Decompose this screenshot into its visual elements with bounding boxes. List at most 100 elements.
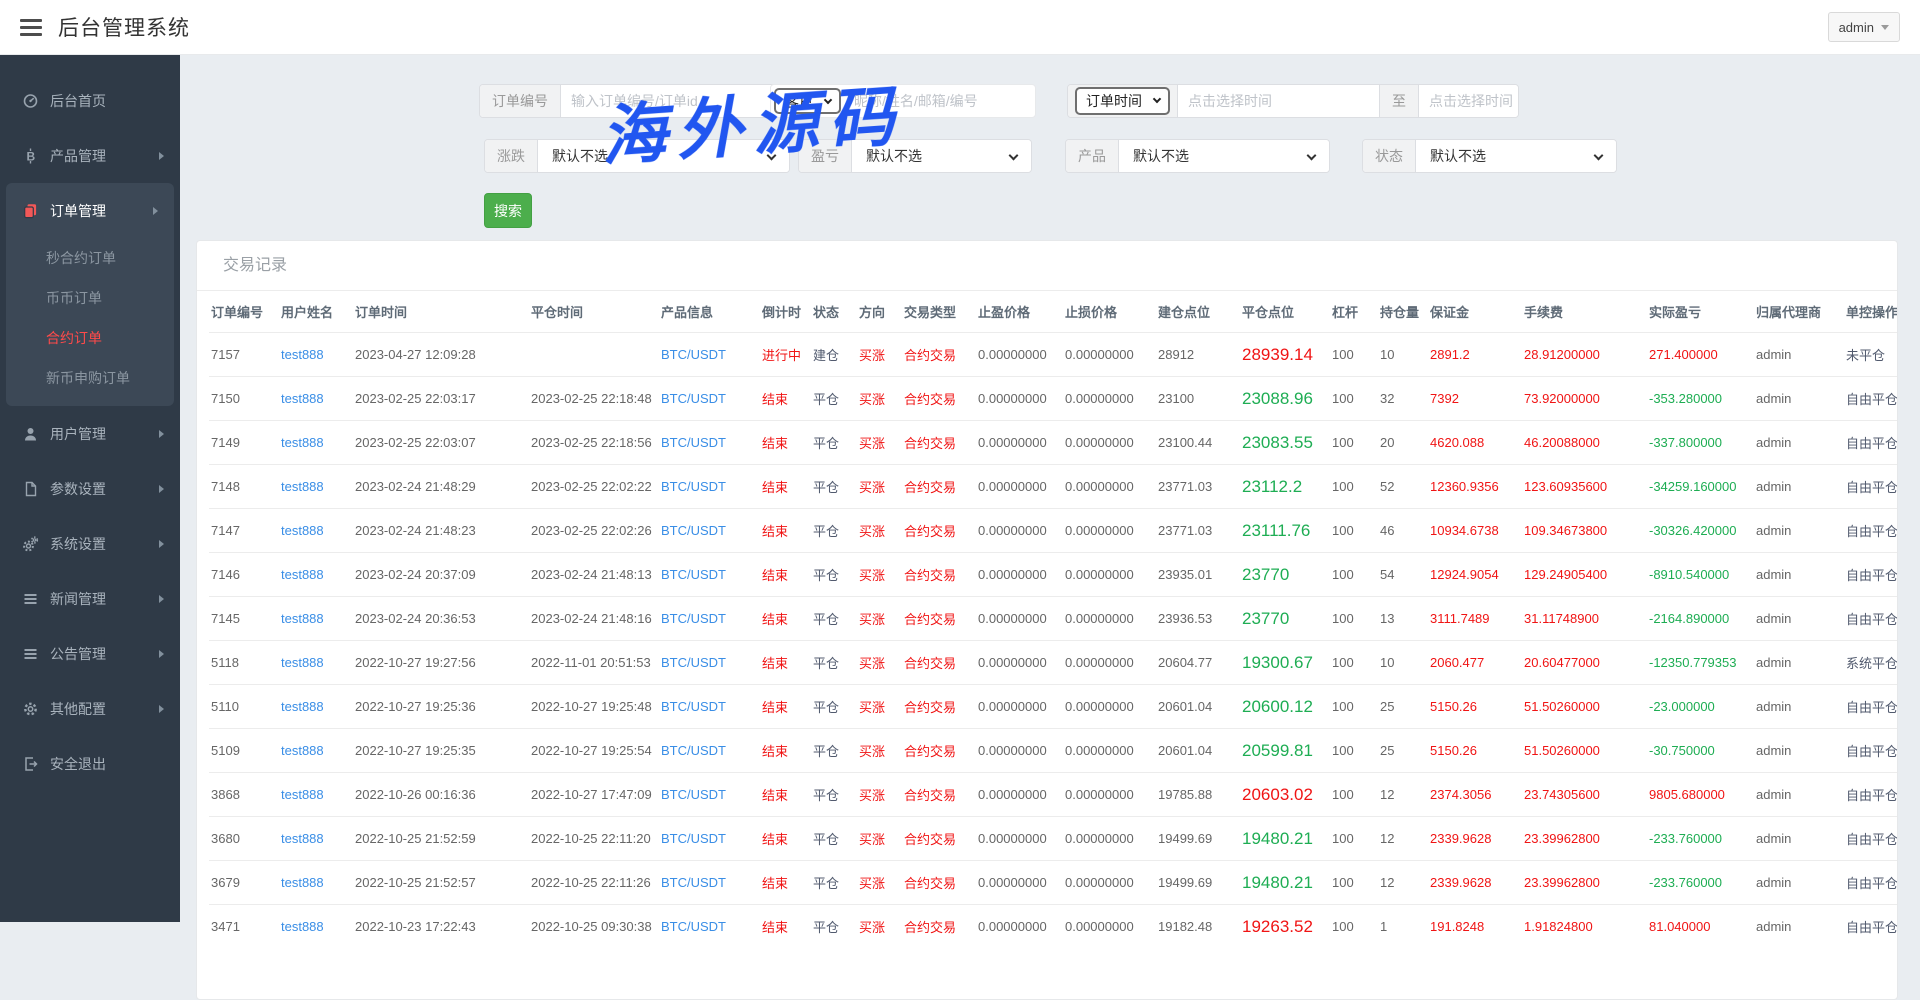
- table-row: 3680test8882022-10-25 21:52:592022-10-25…: [209, 817, 1898, 861]
- cell-product[interactable]: BTC/USDT: [659, 641, 760, 685]
- cell-product[interactable]: BTC/USDT: [659, 817, 760, 861]
- cell-product[interactable]: BTC/USDT: [659, 905, 760, 949]
- announcement-icon: [22, 646, 40, 662]
- cell-close-time: 2022-10-27 19:25:48: [529, 685, 659, 729]
- cell-close-price: 28939.14: [1240, 333, 1330, 377]
- cell-direction: 买涨: [857, 465, 902, 509]
- table-row: 5118test8882022-10-27 19:27:562022-11-01…: [209, 641, 1898, 685]
- pnl-filter-group: 盈亏 默认不选: [798, 139, 1032, 173]
- cell-take-profit-price: 0.00000000: [976, 773, 1063, 817]
- cell-username[interactable]: test888: [279, 553, 353, 597]
- table-row: 3868test8882022-10-26 00:16:362022-10-27…: [209, 773, 1898, 817]
- cell-fee: 23.39962800: [1522, 861, 1647, 905]
- sidebar-item-9[interactable]: 安全退出: [0, 736, 180, 791]
- sidebar-item-6[interactable]: 新闻管理: [0, 571, 180, 626]
- cell-fee: 129.24905400: [1522, 553, 1647, 597]
- file-icon: [22, 481, 40, 497]
- updown-select[interactable]: 默认不选: [538, 140, 789, 172]
- sidebar-subitem-2-2[interactable]: 合约订单: [6, 318, 174, 358]
- cell-product[interactable]: BTC/USDT: [659, 509, 760, 553]
- user-dropdown[interactable]: admin: [1828, 12, 1900, 42]
- cell-close-price: 23111.76: [1240, 509, 1330, 553]
- cell-username[interactable]: test888: [279, 861, 353, 905]
- cell-username[interactable]: test888: [279, 773, 353, 817]
- cell-open-price: 23935.01: [1156, 553, 1240, 597]
- cell-product[interactable]: BTC/USDT: [659, 729, 760, 773]
- sidebar-item-3[interactable]: 用户管理: [0, 406, 180, 461]
- cell-actual-pnl: -23.000000: [1647, 685, 1754, 729]
- cell-countdown: 结束: [760, 377, 811, 421]
- cell-product[interactable]: BTC/USDT: [659, 465, 760, 509]
- cell-username[interactable]: test888: [279, 421, 353, 465]
- cell-actual-pnl: 81.040000: [1647, 905, 1754, 949]
- time-type-select[interactable]: 订单时间: [1077, 89, 1168, 113]
- to-label: 至: [1379, 85, 1419, 117]
- cell-username[interactable]: test888: [279, 817, 353, 861]
- cell-product[interactable]: BTC/USDT: [659, 333, 760, 377]
- cell-username[interactable]: test888: [279, 597, 353, 641]
- cell-open-time: 2022-10-25 21:52:57: [353, 861, 529, 905]
- cell-username[interactable]: test888: [279, 509, 353, 553]
- cell-username[interactable]: test888: [279, 465, 353, 509]
- cell-product[interactable]: BTC/USDT: [659, 685, 760, 729]
- cell-trade-type: 合约交易: [902, 333, 976, 377]
- column-header: 建仓点位: [1156, 291, 1240, 333]
- sidebar-item-7[interactable]: 公告管理: [0, 626, 180, 681]
- search-button[interactable]: 搜索: [484, 193, 532, 228]
- cell-countdown: 结束: [760, 773, 811, 817]
- sidebar-item-1[interactable]: B产品管理: [0, 128, 180, 183]
- customer-input[interactable]: [844, 85, 1022, 117]
- cell-open-price: 23100.44: [1156, 421, 1240, 465]
- cell-leverage: 100: [1330, 421, 1378, 465]
- cell-username[interactable]: test888: [279, 685, 353, 729]
- pnl-select[interactable]: 默认不选: [852, 140, 1031, 172]
- sidebar-subitem-2-3[interactable]: 新币申购订单: [6, 358, 174, 398]
- cell-order-id: 5110: [209, 685, 279, 729]
- cell-username[interactable]: test888: [279, 905, 353, 949]
- gear-icon: [22, 701, 40, 717]
- cell-trade-type: 合约交易: [902, 729, 976, 773]
- sidebar-subitem-2-1[interactable]: 币币订单: [6, 278, 174, 318]
- sidebar-item-2[interactable]: 订单管理: [6, 183, 174, 238]
- cell-close-time: 2022-11-01 20:51:53: [529, 641, 659, 685]
- time-from-input[interactable]: [1178, 85, 1379, 117]
- chevron-down-icon: [1881, 25, 1889, 30]
- table-row: 3679test8882022-10-25 21:52:572022-10-25…: [209, 861, 1898, 905]
- chevron-right-icon: [153, 207, 158, 215]
- cell-margin: 12924.9054: [1428, 553, 1522, 597]
- sidebar-item-8[interactable]: 其他配置: [0, 681, 180, 736]
- time-to-input[interactable]: [1419, 85, 1519, 117]
- status-select[interactable]: 默认不选: [1416, 140, 1616, 172]
- cell-username[interactable]: test888: [279, 729, 353, 773]
- cell-product[interactable]: BTC/USDT: [659, 861, 760, 905]
- product-select[interactable]: 默认不选: [1119, 140, 1329, 172]
- cell-product[interactable]: BTC/USDT: [659, 377, 760, 421]
- cell-username[interactable]: test888: [279, 641, 353, 685]
- cell-product[interactable]: BTC/USDT: [659, 597, 760, 641]
- cell-position-volume: 46: [1378, 509, 1428, 553]
- cell-fee: 109.34673800: [1522, 509, 1647, 553]
- cell-product[interactable]: BTC/USDT: [659, 773, 760, 817]
- cell-trade-type: 合约交易: [902, 553, 976, 597]
- cell-product[interactable]: BTC/USDT: [659, 421, 760, 465]
- cell-actual-pnl: -34259.160000: [1647, 465, 1754, 509]
- cell-direction: 买涨: [857, 333, 902, 377]
- cell-fee: 28.91200000: [1522, 333, 1647, 377]
- order-no-input[interactable]: [561, 85, 799, 117]
- cell-username[interactable]: test888: [279, 333, 353, 377]
- sidebar-item-5[interactable]: 系统设置: [0, 516, 180, 571]
- customer-type-select[interactable]: 客户: [776, 90, 839, 114]
- sidebar-item-label: 新闻管理: [50, 589, 159, 609]
- sidebar-subitem-2-0[interactable]: 秒合约订单: [6, 238, 174, 278]
- cell-direction: 买涨: [857, 421, 902, 465]
- cell-order-id: 3680: [209, 817, 279, 861]
- cell-countdown: 结束: [760, 509, 811, 553]
- cell-stop-loss-price: 0.00000000: [1063, 861, 1156, 905]
- cell-open-price: 19182.48: [1156, 905, 1240, 949]
- sidebar-item-4[interactable]: 参数设置: [0, 461, 180, 516]
- cell-username[interactable]: test888: [279, 377, 353, 421]
- status-filter-group: 状态 默认不选: [1362, 139, 1617, 173]
- cell-product[interactable]: BTC/USDT: [659, 553, 760, 597]
- hamburger-menu-icon[interactable]: [20, 15, 44, 40]
- sidebar-item-0[interactable]: 后台首页: [0, 73, 180, 128]
